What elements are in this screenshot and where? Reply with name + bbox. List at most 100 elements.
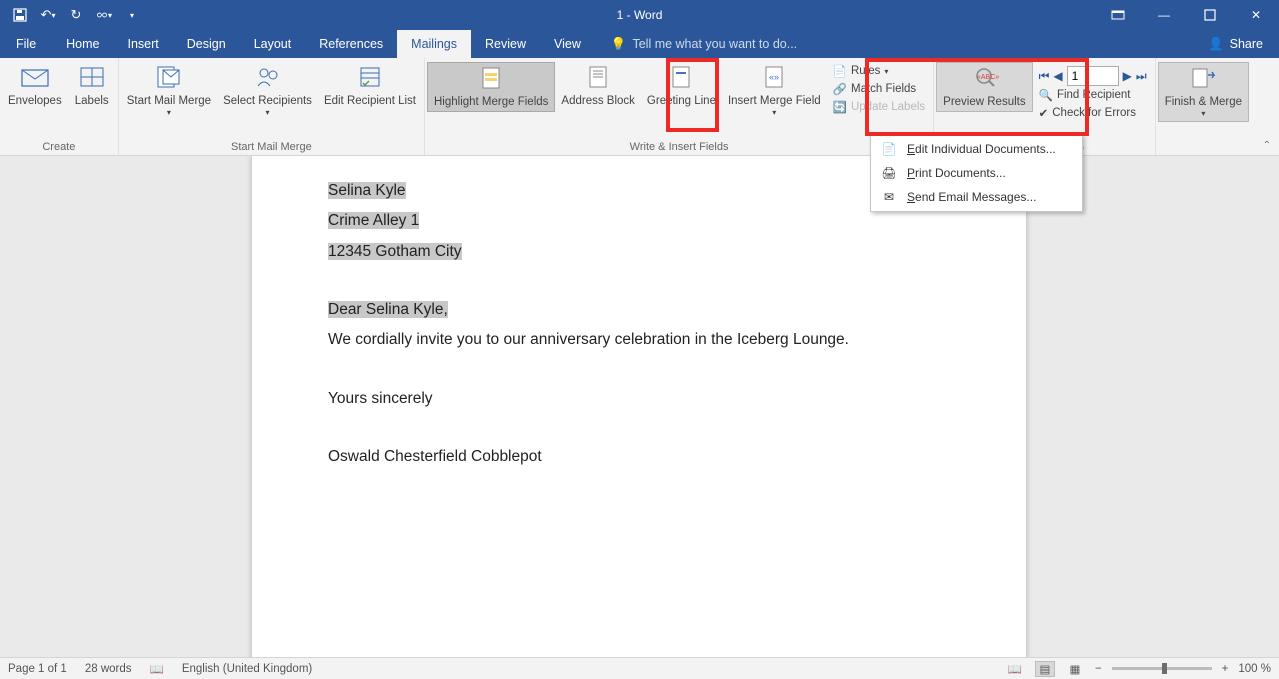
group-finish-label	[1202, 139, 1205, 155]
touch-mode-icon[interactable]: ▾	[96, 7, 112, 23]
finish-merge-dropdown: 📄 Edit Individual Documents... 🖨 Print D…	[870, 134, 1083, 212]
match-fields-icon: 🔗	[833, 82, 847, 96]
update-labels-button: 🔄 Update Labels	[833, 100, 926, 114]
tab-home[interactable]: Home	[52, 30, 113, 58]
status-language[interactable]: English (United Kingdom)	[182, 663, 312, 675]
find-recipient-icon: 🔍	[1039, 88, 1053, 102]
status-page[interactable]: Page 1 of 1	[8, 663, 67, 675]
select-recipients-label: Select Recipients	[223, 94, 312, 108]
group-write-insert-fields-label: Write & Insert Fields	[630, 139, 729, 155]
start-mail-merge-button[interactable]: Start Mail Merge▾	[121, 62, 217, 120]
highlight-merge-fields-button[interactable]: Highlight Merge Fields	[427, 62, 555, 112]
share-label: Share	[1230, 37, 1263, 51]
tab-review[interactable]: Review	[471, 30, 540, 58]
lightbulb-icon: 💡	[611, 37, 627, 52]
minimize-icon[interactable]: —	[1141, 0, 1187, 30]
envelopes-label: Envelopes	[8, 94, 62, 108]
group-start-mail-merge-label: Start Mail Merge	[231, 139, 312, 155]
svg-text:«»: «»	[769, 72, 779, 82]
zoom-in-icon[interactable]: +	[1222, 663, 1229, 675]
first-record-icon[interactable]: ⏮	[1039, 69, 1050, 84]
zoom-level[interactable]: 100 %	[1238, 663, 1271, 675]
menu-send-email-messages[interactable]: ✉ Send Email Messages...	[871, 185, 1082, 209]
maximize-icon[interactable]	[1187, 0, 1233, 30]
close-icon[interactable]: ✕	[1233, 0, 1279, 30]
labels-button[interactable]: Labels	[68, 62, 116, 110]
share-button[interactable]: 👤 Share	[1192, 30, 1279, 58]
group-start-mail-merge: Start Mail Merge▾ Select Recipients▾ Edi…	[119, 58, 425, 155]
print-layout-icon[interactable]: ▤	[1035, 661, 1055, 677]
menu-edit-individual-documents[interactable]: 📄 Edit Individual Documents...	[871, 137, 1082, 161]
qat-customize-icon[interactable]: ▾	[124, 7, 140, 23]
tell-me[interactable]: 💡 Tell me what you want to do...	[595, 30, 797, 58]
next-record-icon[interactable]: ▶	[1123, 69, 1132, 83]
last-record-icon[interactable]: ⏭	[1136, 69, 1147, 84]
redo-icon[interactable]: ↻	[68, 7, 84, 23]
address-block-label: Address Block	[561, 94, 635, 108]
greeting-line-button[interactable]: Greeting Line	[641, 62, 722, 110]
tab-file[interactable]: File	[0, 30, 52, 58]
tab-layout[interactable]: Layout	[240, 30, 306, 58]
find-recipient-label: Find Recipient	[1057, 89, 1131, 101]
envelopes-button[interactable]: Envelopes	[2, 62, 68, 110]
zoom-out-icon[interactable]: −	[1095, 663, 1102, 675]
find-recipient-button[interactable]: 🔍 Find Recipient	[1039, 88, 1147, 102]
preview-results-button[interactable]: «ABC» Preview Results	[936, 62, 1032, 112]
web-layout-icon[interactable]: ▦	[1065, 661, 1085, 677]
group-write-insert-fields: Highlight Merge Fields Address Block Gre…	[425, 58, 934, 155]
check-for-errors-icon: ✔	[1039, 106, 1049, 120]
record-navigation: ⏮ ◀ ▶ ⏭	[1033, 62, 1153, 86]
title-bar: ↶▾ ↻ ▾ ▾ 1 - Word — ✕	[0, 0, 1279, 30]
merge-field-name: Selina Kyle	[328, 182, 406, 199]
menu-print-label: Print Documents...	[907, 166, 1006, 180]
save-icon[interactable]	[12, 7, 28, 23]
address-block-button[interactable]: Address Block	[555, 62, 641, 110]
match-fields-button[interactable]: 🔗 Match Fields	[833, 82, 926, 96]
update-labels-icon: 🔄	[833, 100, 847, 114]
edit-recipient-list-button[interactable]: Edit Recipient List	[318, 62, 422, 110]
document-area: Selina Kyle Crime Alley 1 12345 Gotham C…	[0, 156, 1279, 657]
ribbon: Envelopes Labels Create Start Mail Merge…	[0, 58, 1279, 156]
document-page[interactable]: Selina Kyle Crime Alley 1 12345 Gotham C…	[252, 156, 1026, 657]
select-recipients-button[interactable]: Select Recipients▾	[217, 62, 318, 120]
rules-button[interactable]: 📄 Rules▾	[833, 64, 926, 78]
highlight-merge-fields-label: Highlight Merge Fields	[434, 95, 548, 109]
tab-mailings[interactable]: Mailings	[397, 30, 471, 58]
ribbon-options-icon[interactable]	[1095, 0, 1141, 30]
preview-results-label: Preview Results	[943, 95, 1025, 109]
proofing-icon[interactable]: 📖	[150, 662, 164, 676]
insert-merge-field-button[interactable]: «» Insert Merge Field▾	[722, 62, 827, 120]
zoom-slider[interactable]	[1112, 667, 1212, 670]
previous-record-icon[interactable]: ◀	[1053, 69, 1062, 83]
finish-merge-button[interactable]: Finish & Merge▾	[1158, 62, 1249, 122]
body-text: We cordially invite you to our anniversa…	[328, 327, 950, 353]
greeting-line-label: Greeting Line	[647, 94, 716, 108]
edit-documents-icon: 📄	[881, 141, 897, 157]
merge-field-address2: 12345 Gotham City	[328, 243, 462, 260]
undo-icon[interactable]: ↶▾	[40, 7, 56, 23]
signature-text: Oswald Chesterfield Cobblepot	[328, 444, 950, 470]
record-number-input[interactable]	[1067, 66, 1119, 86]
tab-design[interactable]: Design	[173, 30, 240, 58]
merge-field-address1: Crime Alley 1	[328, 212, 419, 229]
tell-me-placeholder: Tell me what you want to do...	[632, 37, 797, 51]
insert-merge-field-label: Insert Merge Field	[728, 94, 821, 108]
group-finish: Finish & Merge▾	[1156, 58, 1251, 155]
status-words[interactable]: 28 words	[85, 663, 132, 675]
group-create: Envelopes Labels Create	[0, 58, 119, 155]
tab-references[interactable]: References	[305, 30, 397, 58]
finish-merge-label: Finish & Merge	[1165, 95, 1242, 109]
status-bar: Page 1 of 1 28 words 📖 English (United K…	[0, 657, 1279, 679]
collapse-ribbon-icon[interactable]: ⌃	[1263, 140, 1271, 151]
read-mode-icon[interactable]: 📖	[1005, 661, 1025, 677]
match-fields-label: Match Fields	[851, 83, 916, 95]
menu-print-documents[interactable]: 🖨 Print Documents...	[871, 161, 1082, 185]
menu-email-label: Send Email Messages...	[907, 190, 1036, 204]
rules-label: Rules	[851, 65, 880, 77]
share-icon: 👤	[1208, 37, 1224, 52]
tab-insert[interactable]: Insert	[114, 30, 173, 58]
tab-view[interactable]: View	[540, 30, 595, 58]
merge-field-salutation: Dear Selina Kyle,	[328, 301, 448, 318]
check-for-errors-button[interactable]: ✔ Check for Errors	[1039, 106, 1147, 120]
svg-text:«ABC»: «ABC»	[977, 74, 999, 81]
